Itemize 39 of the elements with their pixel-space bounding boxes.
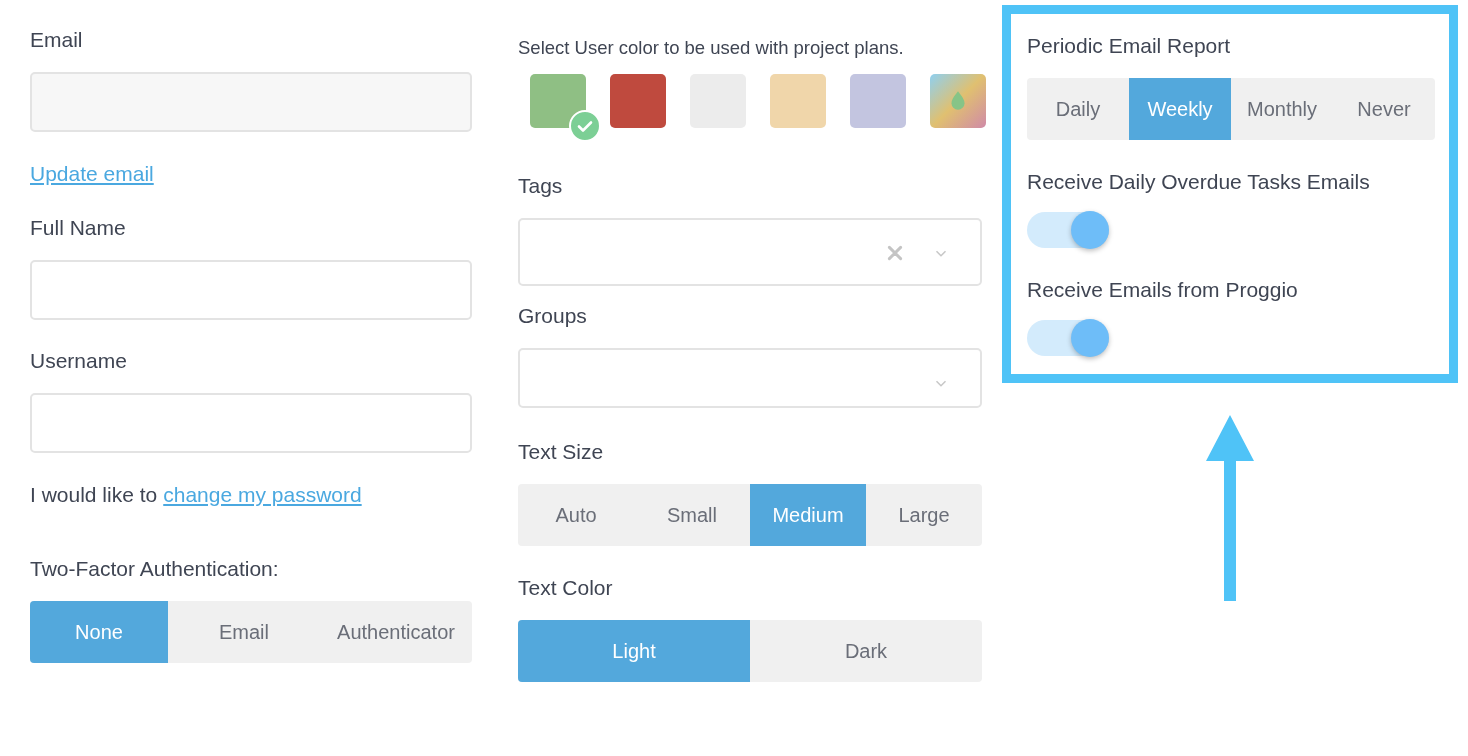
segment-option[interactable]: Large [866,484,982,546]
segment-option[interactable]: Weekly [1129,78,1231,140]
toggle-label: Receive Emails from Proggio [1027,278,1298,302]
segment-option[interactable]: Authenticator [320,601,472,663]
username-field[interactable] [30,393,472,453]
chevron-down-icon [934,379,948,388]
toggle-switch[interactable] [1027,212,1109,248]
segment-option[interactable]: Dark [750,620,982,682]
field-label: Text Size [518,440,604,464]
full-name-field[interactable] [30,260,472,320]
segment-option[interactable]: Auto [518,484,634,546]
check-icon [569,110,601,142]
field-label: Periodic Email Report [1027,34,1231,58]
segment-option[interactable]: Light [518,620,750,682]
update-email-link[interactable]: Update email [30,162,154,186]
field-label: Two-Factor Authentication: [30,557,279,581]
email-field[interactable] [30,72,472,132]
change-password-link[interactable]: change my password [163,483,362,507]
field-label: Text Color [518,576,613,600]
clear-icon[interactable] [886,244,904,262]
segment-option[interactable]: Email [168,601,320,663]
chevron-down-icon [934,249,948,258]
field-label: Full Name [30,216,126,240]
field-label: Tags [518,174,563,198]
toggle-label: Receive Daily Overdue Tasks Emails [1027,170,1370,194]
segment-option[interactable]: Daily [1027,78,1129,140]
segment-option[interactable]: Never [1333,78,1435,140]
field-label: Username [30,349,127,373]
password-prompt: I would like to [30,483,158,507]
tags-select[interactable] [518,218,982,286]
toggle-switch[interactable] [1027,320,1109,356]
field-label: Email [30,28,83,52]
segment-option[interactable]: Medium [750,484,866,546]
segment-option[interactable]: Small [634,484,750,546]
segment-option[interactable]: Monthly [1231,78,1333,140]
field-label: Groups [518,304,587,328]
color-caption: Select User color to be used with project plans. [518,37,904,59]
groups-select[interactable] [518,348,982,408]
segment-option[interactable]: None [30,601,168,663]
